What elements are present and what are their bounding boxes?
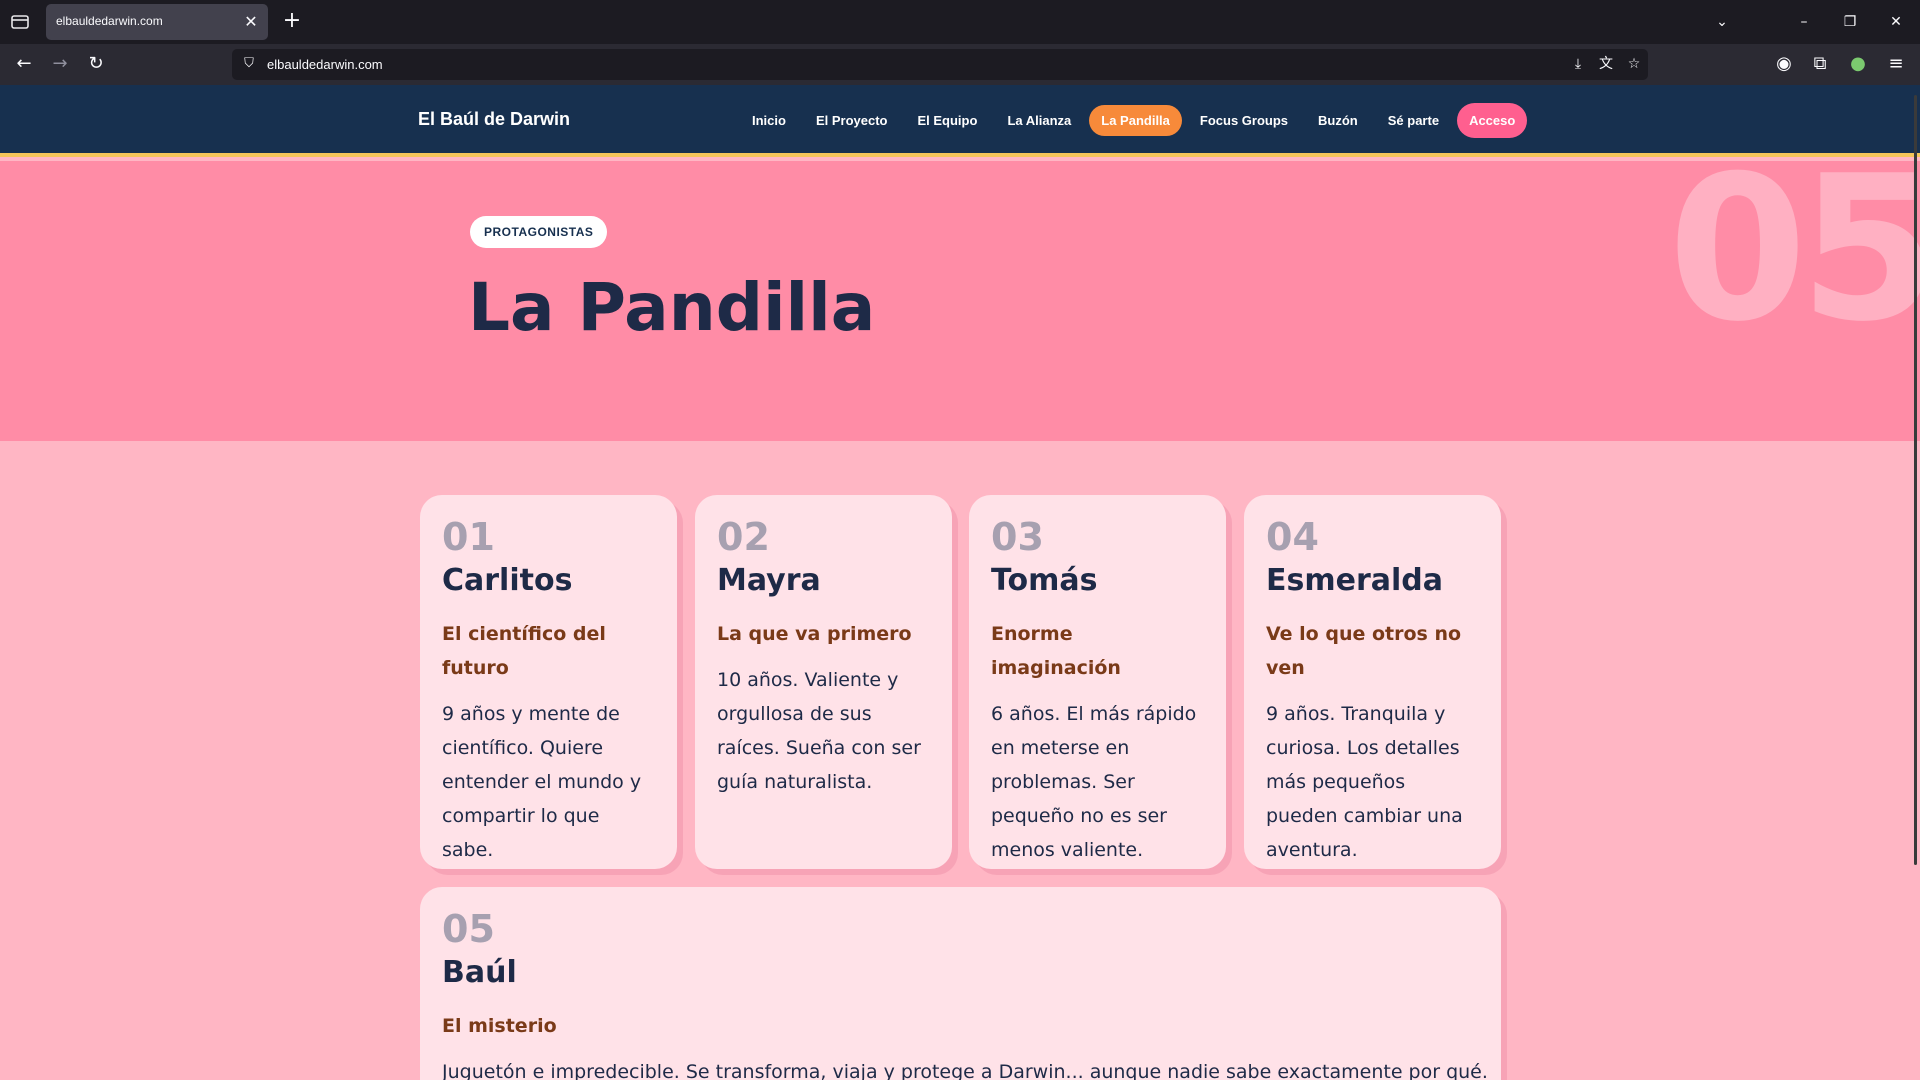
card-description: 9 años y mente de científico. Quiere ent… — [442, 702, 642, 861]
nav-el-proyecto[interactable]: El Proyecto — [804, 105, 900, 136]
character-card-wide: 05 Baúl El misterio Juguetón e impredeci… — [420, 887, 1501, 1080]
extension-color-icon[interactable]: ● — [1846, 52, 1870, 76]
card-description: Juguetón e impredecible. Se transforma, … — [442, 1060, 1488, 1080]
card-role: El misterio — [442, 1014, 557, 1037]
minimize-icon[interactable]: – — [1792, 10, 1816, 34]
character-card: 03 Tomás Enorme imaginación 6 años. El m… — [969, 495, 1226, 869]
browser-nav-bar: ← → ↻ ⛉ elbauldedarwin.com ⤓ 文 ☆ ◉ ⧉ ● ≡ — [0, 44, 1920, 85]
main-menu: Inicio El Proyecto El Equipo La Alianza … — [740, 101, 1533, 139]
section-tag-pill: PROTAGONISTAS — [470, 216, 608, 248]
card-name: Mayra — [717, 562, 821, 598]
card-number: 05 — [442, 907, 495, 951]
bookmark-star-icon[interactable]: ☆ — [1624, 54, 1644, 74]
site-header: El Baúl de Darwin Inicio El Proyecto El … — [0, 85, 1920, 157]
restore-icon[interactable]: ❐ — [1838, 10, 1862, 34]
tab-title: elbauldedarwin.com — [56, 14, 163, 28]
nav-se-parte[interactable]: Sé parte — [1376, 105, 1451, 136]
card-number: 03 — [991, 515, 1044, 559]
reload-icon[interactable]: ↻ — [84, 52, 108, 76]
nav-buzon[interactable]: Buzón — [1306, 105, 1370, 136]
url-bar[interactable]: ⛉ elbauldedarwin.com ⤓ 文 ☆ — [232, 49, 1648, 80]
card-description: 10 años. Valiente y orgullosa de sus raí… — [717, 668, 921, 793]
card-name: Baúl — [442, 954, 517, 990]
nav-inicio[interactable]: Inicio — [740, 105, 798, 136]
account-icon[interactable]: ◉ — [1772, 52, 1796, 76]
acceso-button[interactable]: Acceso — [1457, 102, 1528, 138]
nav-el-equipo[interactable]: El Equipo — [905, 105, 989, 136]
back-icon[interactable]: ← — [12, 52, 36, 76]
card-description: 9 años. Tranquila y curiosa. Los detalle… — [1266, 702, 1463, 861]
browser-tab-bar: elbauldedarwin.com ✕ + ⌄ – ❐ ✕ — [0, 0, 1920, 44]
card-role: La que va primero — [717, 622, 912, 645]
nav-la-alianza[interactable]: La Alianza — [995, 105, 1083, 136]
nav-la-pandilla[interactable]: La Pandilla — [1089, 104, 1182, 136]
page-title: La Pandilla — [468, 269, 876, 346]
card-name: Carlitos — [442, 562, 573, 598]
page-scrollbar[interactable] — [1914, 95, 1917, 865]
card-role: El científico del futuro — [442, 622, 606, 679]
hero-section: 05 PROTAGONISTAS La Pandilla — [0, 161, 1920, 441]
browser-tab[interactable]: elbauldedarwin.com ✕ — [46, 4, 268, 40]
card-number: 01 — [442, 515, 495, 559]
card-role: Enorme imaginación — [991, 622, 1121, 679]
character-card: 02 Mayra La que va primero 10 años. Vali… — [695, 495, 952, 869]
card-role: Ve lo que otros no ven — [1266, 622, 1462, 679]
card-description: 6 años. El más rápido en meterse en prob… — [991, 702, 1197, 861]
forward-icon[interactable]: → — [48, 52, 72, 76]
new-tab-icon[interactable]: + — [280, 10, 304, 34]
nav-focus-groups[interactable]: Focus Groups — [1188, 105, 1300, 136]
translate-icon[interactable]: 文 — [1596, 54, 1616, 74]
hero-section-number: 05 — [1668, 161, 1920, 366]
card-name: Esmeralda — [1266, 562, 1443, 598]
menu-hamburger-icon[interactable]: ≡ — [1884, 52, 1908, 76]
card-name: Tomás — [991, 562, 1098, 598]
character-card: 04 Esmeralda Ve lo que otros no ven 9 añ… — [1244, 495, 1501, 869]
card-number: 02 — [717, 515, 770, 559]
url-text[interactable]: elbauldedarwin.com — [267, 57, 383, 72]
install-app-icon[interactable]: ⤓ — [1568, 54, 1588, 74]
character-card: 01 Carlitos El científico del futuro 9 a… — [420, 495, 677, 869]
extensions-icon[interactable]: ⧉ — [1808, 52, 1832, 76]
card-number: 04 — [1266, 515, 1319, 559]
tab-close-icon[interactable]: ✕ — [242, 13, 260, 31]
close-window-icon[interactable]: ✕ — [1884, 10, 1908, 34]
shield-icon[interactable]: ⛉ — [240, 55, 258, 73]
tab-list-icon[interactable] — [10, 12, 30, 32]
tab-overflow-chevron-icon[interactable]: ⌄ — [1710, 10, 1734, 34]
site-brand[interactable]: El Baúl de Darwin — [418, 109, 570, 130]
